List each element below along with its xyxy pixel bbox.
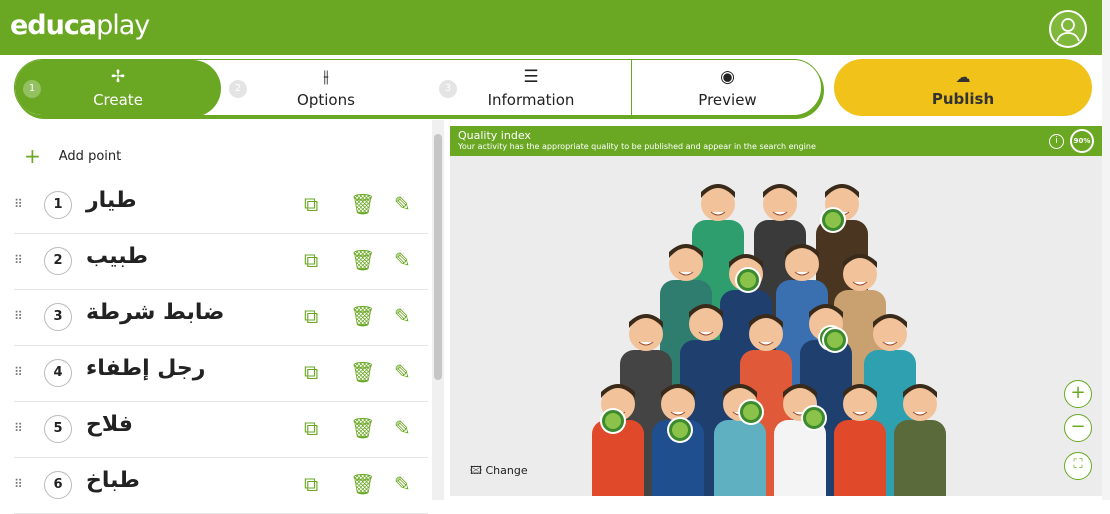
pencil-icon[interactable]: ✎ [394, 416, 411, 440]
pencil-icon[interactable]: ✎ [394, 472, 411, 496]
top-bar: educaplay [0, 0, 1102, 55]
trash-icon[interactable]: 🗑 [350, 192, 375, 216]
answer-marker[interactable] [737, 269, 759, 291]
plus-icon: + [24, 144, 41, 168]
copy-icon[interactable]: ⧉ [304, 192, 318, 216]
point-number: 5 [44, 415, 72, 443]
point-text: رجل إطفاء [86, 356, 206, 381]
point-text: طباخ [86, 468, 140, 493]
fit-screen-icon[interactable]: ⛶ [1064, 452, 1092, 480]
drag-handle-icon[interactable]: ⠿ [14, 197, 23, 211]
image-icon: 🖾 [470, 464, 486, 477]
tab-preview[interactable]: ◉ Preview [631, 60, 821, 115]
eye-icon: ◉ [720, 67, 735, 87]
drag-handle-icon[interactable]: ⠿ [14, 365, 23, 379]
point-text: طبيب [86, 244, 148, 269]
zoom-in-button[interactable]: + [1064, 380, 1092, 408]
tab-label: Create [93, 91, 143, 109]
trash-icon[interactable]: 🗑 [350, 360, 375, 384]
list-item[interactable]: ⠿ 4 رجل إطفاء ⧉ 🗑 ✎ [14, 346, 428, 402]
page-scrollbar[interactable] [1102, 0, 1110, 500]
drag-handle-icon[interactable]: ⠿ [14, 253, 23, 267]
copy-icon[interactable]: ⧉ [304, 304, 318, 328]
publish-label: Publish [931, 90, 995, 108]
point-number: 2 [44, 247, 72, 275]
scrollbar-thumb[interactable] [434, 134, 442, 380]
copy-icon[interactable]: ⧉ [304, 248, 318, 272]
quality-percent: 90% [1070, 129, 1094, 153]
answer-marker[interactable] [824, 329, 846, 351]
step-number: 1 [23, 80, 41, 98]
answer-marker[interactable] [803, 407, 825, 429]
image-canvas[interactable]: 🖾 Change + − ⛶ [450, 156, 1102, 496]
quality-description: Your activity has the appropriate qualit… [458, 142, 816, 151]
change-label: Change [485, 464, 528, 477]
point-text: طيار [86, 188, 137, 213]
puzzle-icon: ✢ [110, 67, 126, 87]
zoom-out-button[interactable]: − [1064, 414, 1092, 442]
drag-handle-icon[interactable]: ⠿ [14, 421, 23, 435]
pencil-icon[interactable]: ✎ [394, 248, 411, 272]
copy-icon[interactable]: ⧉ [304, 360, 318, 384]
copy-icon[interactable]: ⧉ [304, 416, 318, 440]
step-tabs: 1 ✢ Create 2 ⫲ Options 3 ☰ Information ◉… [14, 59, 822, 116]
answer-marker[interactable] [669, 419, 691, 441]
info-icon[interactable]: i [1049, 134, 1064, 149]
quality-title: Quality index [458, 129, 531, 142]
tab-create[interactable]: 1 ✢ Create [15, 60, 221, 115]
answer-marker[interactable] [602, 410, 624, 432]
copy-icon[interactable]: ⧉ [304, 472, 318, 496]
answer-marker[interactable] [740, 401, 762, 423]
add-point-button[interactable]: + Add point [24, 144, 121, 168]
tab-label: Information [487, 91, 575, 109]
point-number: 3 [44, 303, 72, 331]
trash-icon[interactable]: 🗑 [350, 416, 375, 440]
publish-button[interactable]: ☁ Publish [834, 59, 1092, 116]
list-item[interactable]: ⠿ 5 فلاح ⧉ 🗑 ✎ [14, 402, 428, 458]
list-item[interactable]: ⠿ 2 طبيب ⧉ 🗑 ✎ [14, 234, 428, 290]
trash-icon[interactable]: 🗑 [350, 248, 375, 272]
drag-handle-icon[interactable]: ⠿ [14, 477, 23, 491]
point-number: 4 [44, 359, 72, 387]
list-icon: ☰ [523, 67, 539, 87]
tab-label: Options [297, 91, 355, 109]
point-number: 1 [44, 191, 72, 219]
points-panel: + Add point ⠿ 1 طيار ⧉ 🗑 ✎ ⠿ 2 طبيب ⧉ 🗑 ✎ ⠿ 3 ضابط شرطة… [0, 120, 432, 514]
point-text: ضابط شرطة [86, 300, 225, 325]
point-text: فلاح [86, 412, 133, 437]
cloud-upload-icon: ☁ [955, 68, 971, 86]
points-scrollbar[interactable] [432, 120, 444, 500]
user-avatar-icon[interactable] [1049, 10, 1087, 48]
tab-information[interactable]: 3 ☰ Information [431, 60, 631, 115]
tab-label: Preview [698, 91, 757, 109]
pencil-icon[interactable]: ✎ [394, 304, 411, 328]
point-number: 6 [44, 471, 72, 499]
trash-icon[interactable]: 🗑 [350, 472, 375, 496]
list-item[interactable]: ⠿ 6 طباخ ⧉ 🗑 ✎ [14, 458, 428, 514]
tab-options[interactable]: 2 ⫲ Options [221, 60, 431, 115]
trash-icon[interactable]: 🗑 [350, 304, 375, 328]
add-point-label: Add point [58, 149, 122, 164]
step-number: 2 [229, 80, 247, 98]
list-item[interactable]: ⠿ 3 ضابط شرطة ⧉ 🗑 ✎ [14, 290, 428, 346]
list-item[interactable]: ⠿ 1 طيار ⧉ 🗑 ✎ [14, 178, 428, 234]
answer-marker[interactable] [822, 209, 844, 231]
pencil-icon[interactable]: ✎ [394, 360, 411, 384]
professions-illustration [592, 184, 946, 496]
pencil-icon[interactable]: ✎ [394, 192, 411, 216]
drag-handle-icon[interactable]: ⠿ [14, 309, 23, 323]
change-image-button[interactable]: 🖾 Change [470, 462, 528, 481]
sliders-icon: ⫲ [323, 67, 329, 87]
quality-index-bar: Quality index Your activity has the appr… [450, 126, 1102, 156]
step-number: 3 [439, 80, 457, 98]
educaplay-logo[interactable]: educaplay [10, 10, 150, 41]
